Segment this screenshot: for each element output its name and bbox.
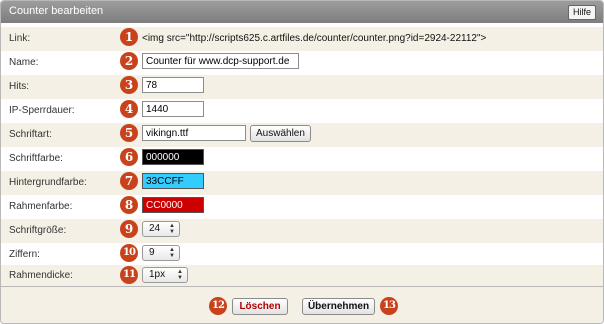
- apply-button[interactable]: Übernehmen: [302, 298, 375, 315]
- panel-footer: 12 Löschen Übernehmen 13: [1, 286, 603, 323]
- hits-input[interactable]: [142, 77, 204, 93]
- row-font-color: Schriftfarbe: 6: [1, 147, 603, 171]
- frame-color-input[interactable]: [142, 197, 204, 213]
- choose-font-button[interactable]: Auswählen: [250, 125, 311, 142]
- digits-select[interactable]: 9 ▲ ▼: [142, 245, 180, 261]
- badge-9: 9: [120, 220, 138, 238]
- badge-2: 2: [120, 52, 138, 70]
- font-color-input[interactable]: [142, 149, 204, 165]
- link-label: Link:: [9, 33, 31, 44]
- badge-5: 5: [120, 124, 138, 142]
- counter-edit-panel: Counter bearbeiten Hilfe Link: 1 <img sr…: [0, 0, 604, 324]
- font-size-label: Schriftgröße:: [9, 225, 67, 236]
- row-font: Schriftart: 5 Auswählen: [1, 123, 603, 147]
- font-size-value: 24: [149, 223, 161, 234]
- frame-width-label: Rahmendicke:: [9, 270, 73, 281]
- row-digits: Ziffern: 10 9 ▲ ▼: [1, 243, 603, 267]
- badge-11: 11: [120, 266, 138, 284]
- row-frame-width: Rahmendicke: 11 1px ▲ ▼: [1, 265, 603, 286]
- link-code: <img src="http://scripts625.c.artfiles.d…: [142, 33, 487, 44]
- bg-color-input[interactable]: [142, 173, 204, 189]
- badge-4: 4: [120, 100, 138, 118]
- panel-title: Counter bearbeiten: [9, 5, 104, 17]
- font-color-label: Schriftfarbe:: [9, 153, 63, 164]
- panel-header: Counter bearbeiten Hilfe: [1, 1, 603, 23]
- badge-1: 1: [120, 28, 138, 46]
- select-arrows-icon: ▲ ▼: [177, 269, 183, 281]
- digits-label: Ziffern:: [9, 249, 40, 260]
- row-ip-block: IP-Sperrdauer: 4: [1, 99, 603, 123]
- row-frame-color: Rahmenfarbe: 8: [1, 195, 603, 219]
- row-link: Link: 1 <img src="http://scripts625.c.ar…: [1, 27, 603, 51]
- badge-12: 12: [209, 297, 227, 315]
- frame-width-value: 1px: [149, 269, 166, 280]
- badge-6: 6: [120, 148, 138, 166]
- row-font-size: Schriftgröße: 9 24 ▲ ▼: [1, 219, 603, 243]
- font-input[interactable]: [142, 125, 246, 141]
- badge-8: 8: [120, 196, 138, 214]
- bg-color-label: Hintergrundfarbe:: [9, 177, 87, 188]
- ip-block-input[interactable]: [142, 101, 204, 117]
- select-arrows-icon: ▲ ▼: [169, 247, 175, 259]
- font-label: Schriftart:: [9, 129, 52, 140]
- delete-button[interactable]: Löschen: [232, 298, 288, 315]
- ip-block-label: IP-Sperrdauer:: [9, 105, 75, 116]
- frame-width-select[interactable]: 1px ▲ ▼: [142, 267, 188, 283]
- row-hits: Hits: 3: [1, 75, 603, 99]
- badge-13: 13: [380, 297, 398, 315]
- badge-10: 10: [120, 244, 138, 262]
- name-label: Name:: [9, 57, 39, 68]
- name-input[interactable]: [142, 53, 299, 69]
- badge-7: 7: [120, 172, 138, 190]
- digits-value: 9: [149, 247, 155, 258]
- help-button[interactable]: Hilfe: [567, 5, 596, 20]
- frame-color-label: Rahmenfarbe:: [9, 201, 73, 212]
- font-size-select[interactable]: 24 ▲ ▼: [142, 221, 180, 237]
- select-arrows-icon: ▲ ▼: [169, 223, 175, 235]
- row-name: Name: 2: [1, 51, 603, 75]
- badge-3: 3: [120, 76, 138, 94]
- hits-label: Hits:: [9, 81, 29, 92]
- row-bg-color: Hintergrundfarbe: 7: [1, 171, 603, 195]
